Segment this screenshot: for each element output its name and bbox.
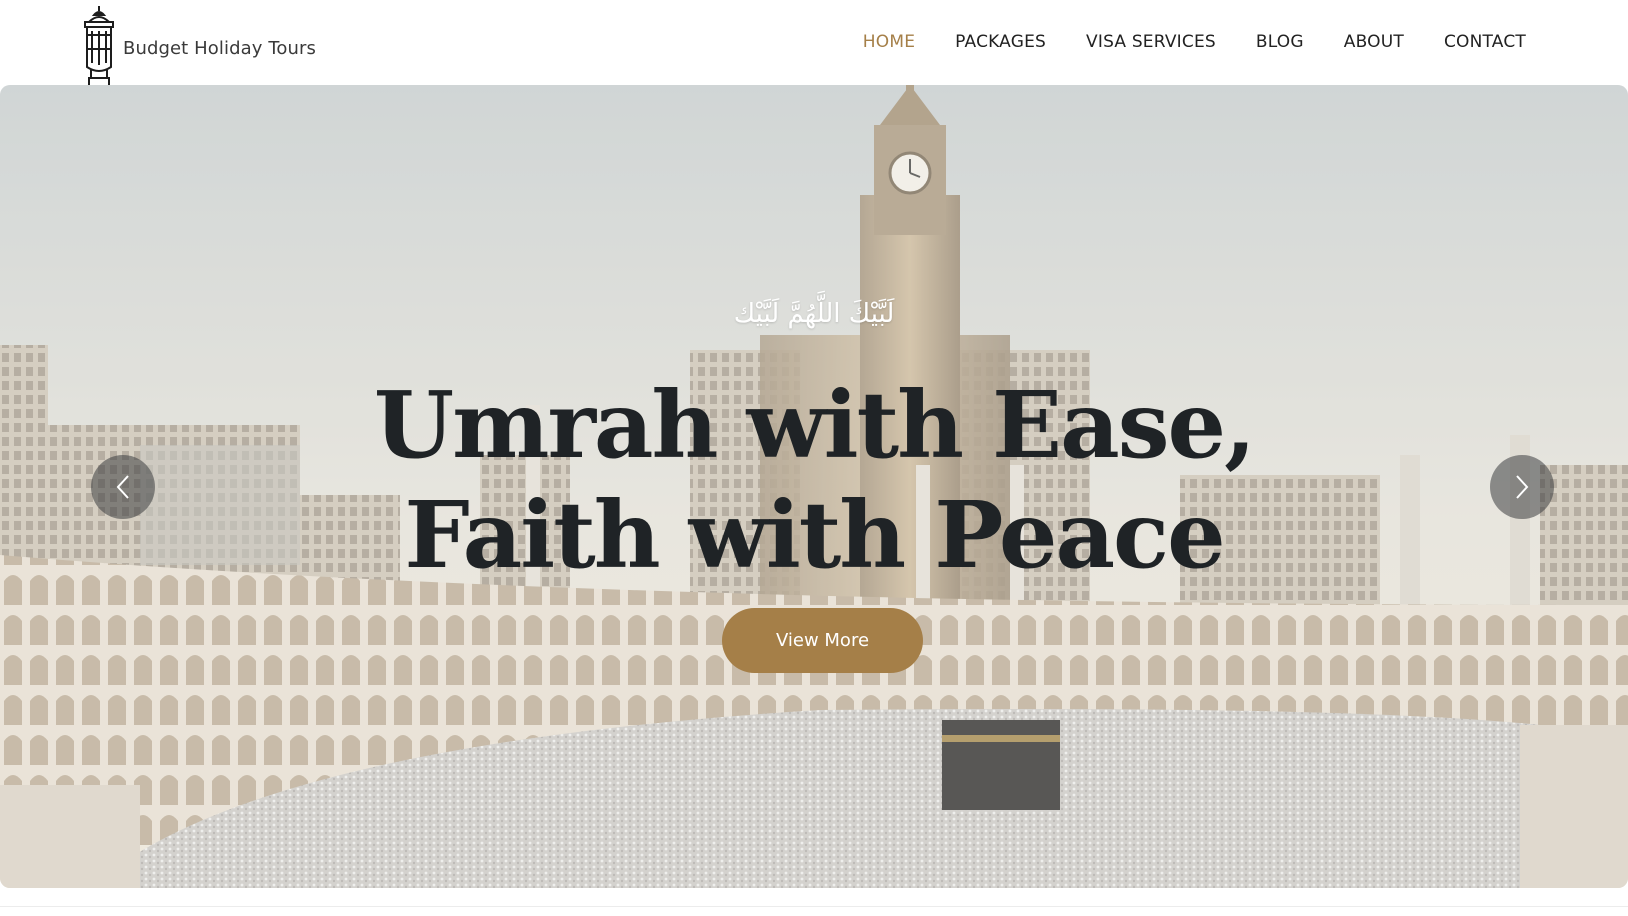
main-nav: HOME PACKAGES VISA SERVICES BLOG ABOUT C…	[863, 30, 1526, 54]
nav-item-about[interactable]: ABOUT	[1344, 30, 1404, 54]
site-header: Budget Holiday Tours HOME PACKAGES VISA …	[0, 0, 1628, 87]
hero-headline-line-2: Faith with Peace	[404, 481, 1225, 589]
hero-slider: لَبَّيْكَ اللَّهُمَّ لَبَّيْك Umrah with…	[0, 85, 1628, 888]
nav-item-contact[interactable]: CONTACT	[1444, 30, 1526, 54]
hero-headline-line-1: Umrah with Ease,	[373, 371, 1256, 479]
slider-prev-button[interactable]	[91, 455, 155, 519]
hero-arabic-text: لَبَّيْكَ اللَّهُمَّ لَبَّيْك	[733, 299, 895, 329]
nav-item-blog[interactable]: BLOG	[1256, 30, 1304, 54]
section-divider	[0, 906, 1628, 907]
chevron-left-icon	[116, 475, 129, 499]
brand-logo[interactable]: Budget Holiday Tours	[78, 5, 316, 89]
nav-item-packages[interactable]: PACKAGES	[955, 30, 1046, 54]
brand-name: Budget Holiday Tours	[123, 38, 316, 59]
view-more-button[interactable]: View More	[722, 608, 923, 673]
hero-headline: Umrah with Ease, Faith with Peace	[0, 370, 1628, 590]
nav-item-visa-services[interactable]: VISA SERVICES	[1086, 30, 1216, 54]
nav-item-home[interactable]: HOME	[863, 30, 915, 54]
chevron-right-icon	[1516, 475, 1529, 499]
slider-next-button[interactable]	[1490, 455, 1554, 519]
lantern-icon	[84, 6, 114, 87]
